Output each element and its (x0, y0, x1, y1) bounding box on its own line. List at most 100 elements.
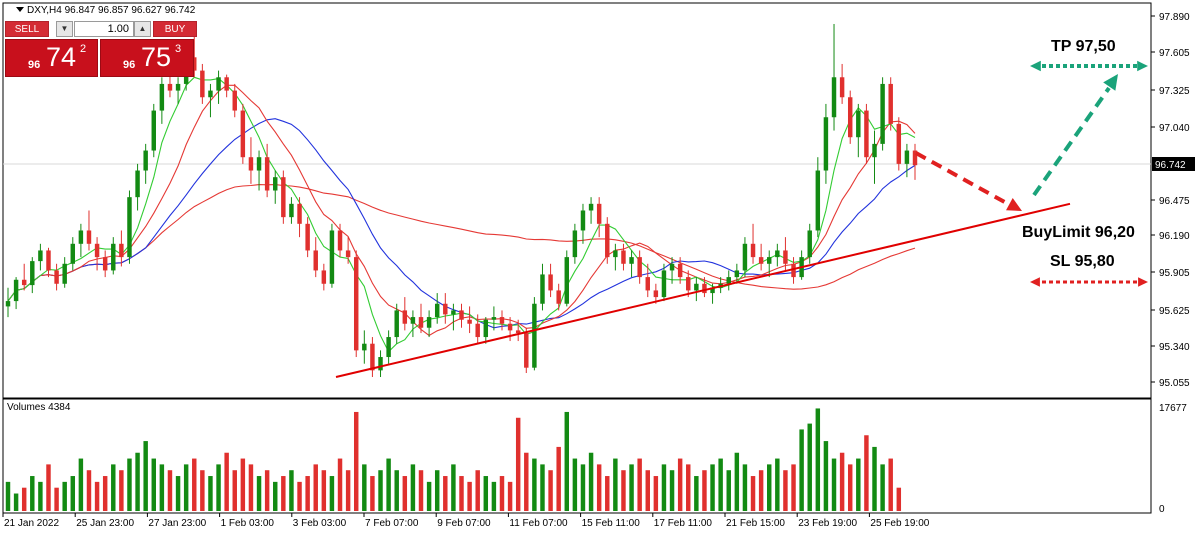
volume-bar (775, 458, 780, 511)
candle-body (823, 117, 829, 171)
candle-body (321, 270, 327, 284)
candle-body (313, 250, 318, 271)
chart-canvas[interactable]: 97.890 97.605 97.325 97.040 96.475 96.190 95.9… (0, 0, 1200, 532)
candle-body (483, 319, 489, 338)
volume-bar (167, 470, 173, 511)
volume-bar (718, 458, 723, 511)
volume-bar (467, 481, 472, 511)
volume-bar (710, 464, 715, 511)
volume-bar (726, 470, 731, 511)
dropdown-triangle-icon[interactable] (16, 7, 24, 12)
price-tick-label: 95.055 (1159, 378, 1190, 389)
volume-bar (758, 470, 764, 511)
candle-body (402, 310, 408, 324)
volume-tick-label: 17677 (1159, 403, 1187, 414)
volume-bar (532, 458, 537, 511)
candle-body (30, 261, 35, 286)
candle-body (240, 110, 246, 158)
candle-body (677, 263, 683, 278)
sell-button[interactable]: SELL (5, 21, 49, 37)
volume-bar (815, 408, 821, 511)
volume-bar (507, 481, 513, 511)
chart-window[interactable]: 97.890 97.605 97.325 97.040 96.475 96.190 95.9… (0, 0, 1200, 532)
candle-body (807, 230, 812, 258)
candle-body (289, 203, 294, 218)
volume-bar (62, 481, 67, 511)
candle-body (434, 303, 440, 318)
candle-body (305, 223, 310, 251)
time-tick-label: 23 Feb 19:00 (798, 518, 857, 529)
candle-body (94, 243, 100, 258)
volume-bar (540, 464, 545, 511)
candle-body (281, 177, 286, 218)
candle-body (702, 283, 707, 294)
volume-bar (192, 458, 197, 511)
candle-body (661, 270, 667, 298)
volume-bar (143, 441, 148, 511)
volume-bar (273, 481, 278, 511)
volume-bar (499, 476, 505, 511)
volume-bar (256, 476, 262, 511)
candle-body (653, 290, 659, 298)
candle-body (38, 250, 43, 262)
buy-price-button[interactable]: 96 75 3 (100, 39, 194, 77)
sell-price-button[interactable]: 96 74 2 (5, 39, 98, 77)
chevron-up-icon: ▲ (138, 24, 147, 33)
candle-body (208, 90, 213, 98)
volume-bar (353, 411, 359, 511)
volume-bar (175, 476, 181, 511)
candle-body (167, 83, 173, 91)
candle-body (742, 243, 748, 271)
candle-body (216, 77, 221, 91)
volume-bar (305, 476, 310, 511)
lot-decrease-button[interactable]: ▼ (56, 21, 73, 37)
candle-body (556, 290, 561, 304)
volume-bar (686, 464, 691, 511)
volume-bar (742, 464, 748, 511)
candle-body (418, 317, 424, 328)
volume-bar (896, 487, 902, 511)
volume-bar (240, 458, 246, 511)
price-tick-label: 97.040 (1159, 123, 1190, 134)
volume-bar (418, 470, 424, 511)
price-tick-label: 96.190 (1159, 231, 1190, 242)
sell-price-prefix: 96 (28, 59, 41, 71)
time-tick-label: 15 Feb 11:00 (582, 518, 641, 529)
volume-bar (362, 464, 367, 511)
volume-bar (524, 452, 529, 511)
candle-body (329, 230, 335, 284)
candle-body (815, 170, 821, 231)
volume-bar (232, 470, 237, 511)
candle-body (580, 210, 586, 231)
symbol-header-text: DXY,H4 96.847 96.857 96.627 96.742 (27, 5, 196, 16)
volume-bar (807, 423, 812, 511)
buy-button[interactable]: BUY (153, 21, 197, 37)
volume-bar (434, 470, 440, 511)
candle-body (46, 250, 51, 271)
candle-body (645, 277, 650, 291)
volume-bar (38, 481, 43, 511)
candle-body (224, 77, 229, 91)
candle-body (443, 303, 448, 315)
volume-bar (767, 464, 772, 511)
candle-body (524, 333, 529, 368)
candle-body (588, 203, 594, 211)
price-tick-label: 97.890 (1159, 12, 1190, 23)
volume-bar (677, 458, 683, 511)
volume-bar (102, 476, 108, 511)
candle-body (491, 317, 497, 320)
volume-bar (629, 464, 634, 511)
lot-size-input[interactable]: 1.00 (74, 21, 134, 37)
candle-body (410, 317, 416, 324)
volume-bar (78, 458, 84, 511)
candle-body (62, 263, 67, 284)
lot-increase-button[interactable]: ▲ (134, 21, 151, 37)
volume-bar (783, 470, 788, 511)
candle-body (532, 303, 537, 368)
candle-body (86, 230, 92, 244)
volume-bar (159, 464, 165, 511)
volume-bar (637, 458, 642, 511)
candle-body (888, 83, 893, 124)
volume-bar (410, 464, 416, 511)
candle-body (872, 143, 877, 158)
